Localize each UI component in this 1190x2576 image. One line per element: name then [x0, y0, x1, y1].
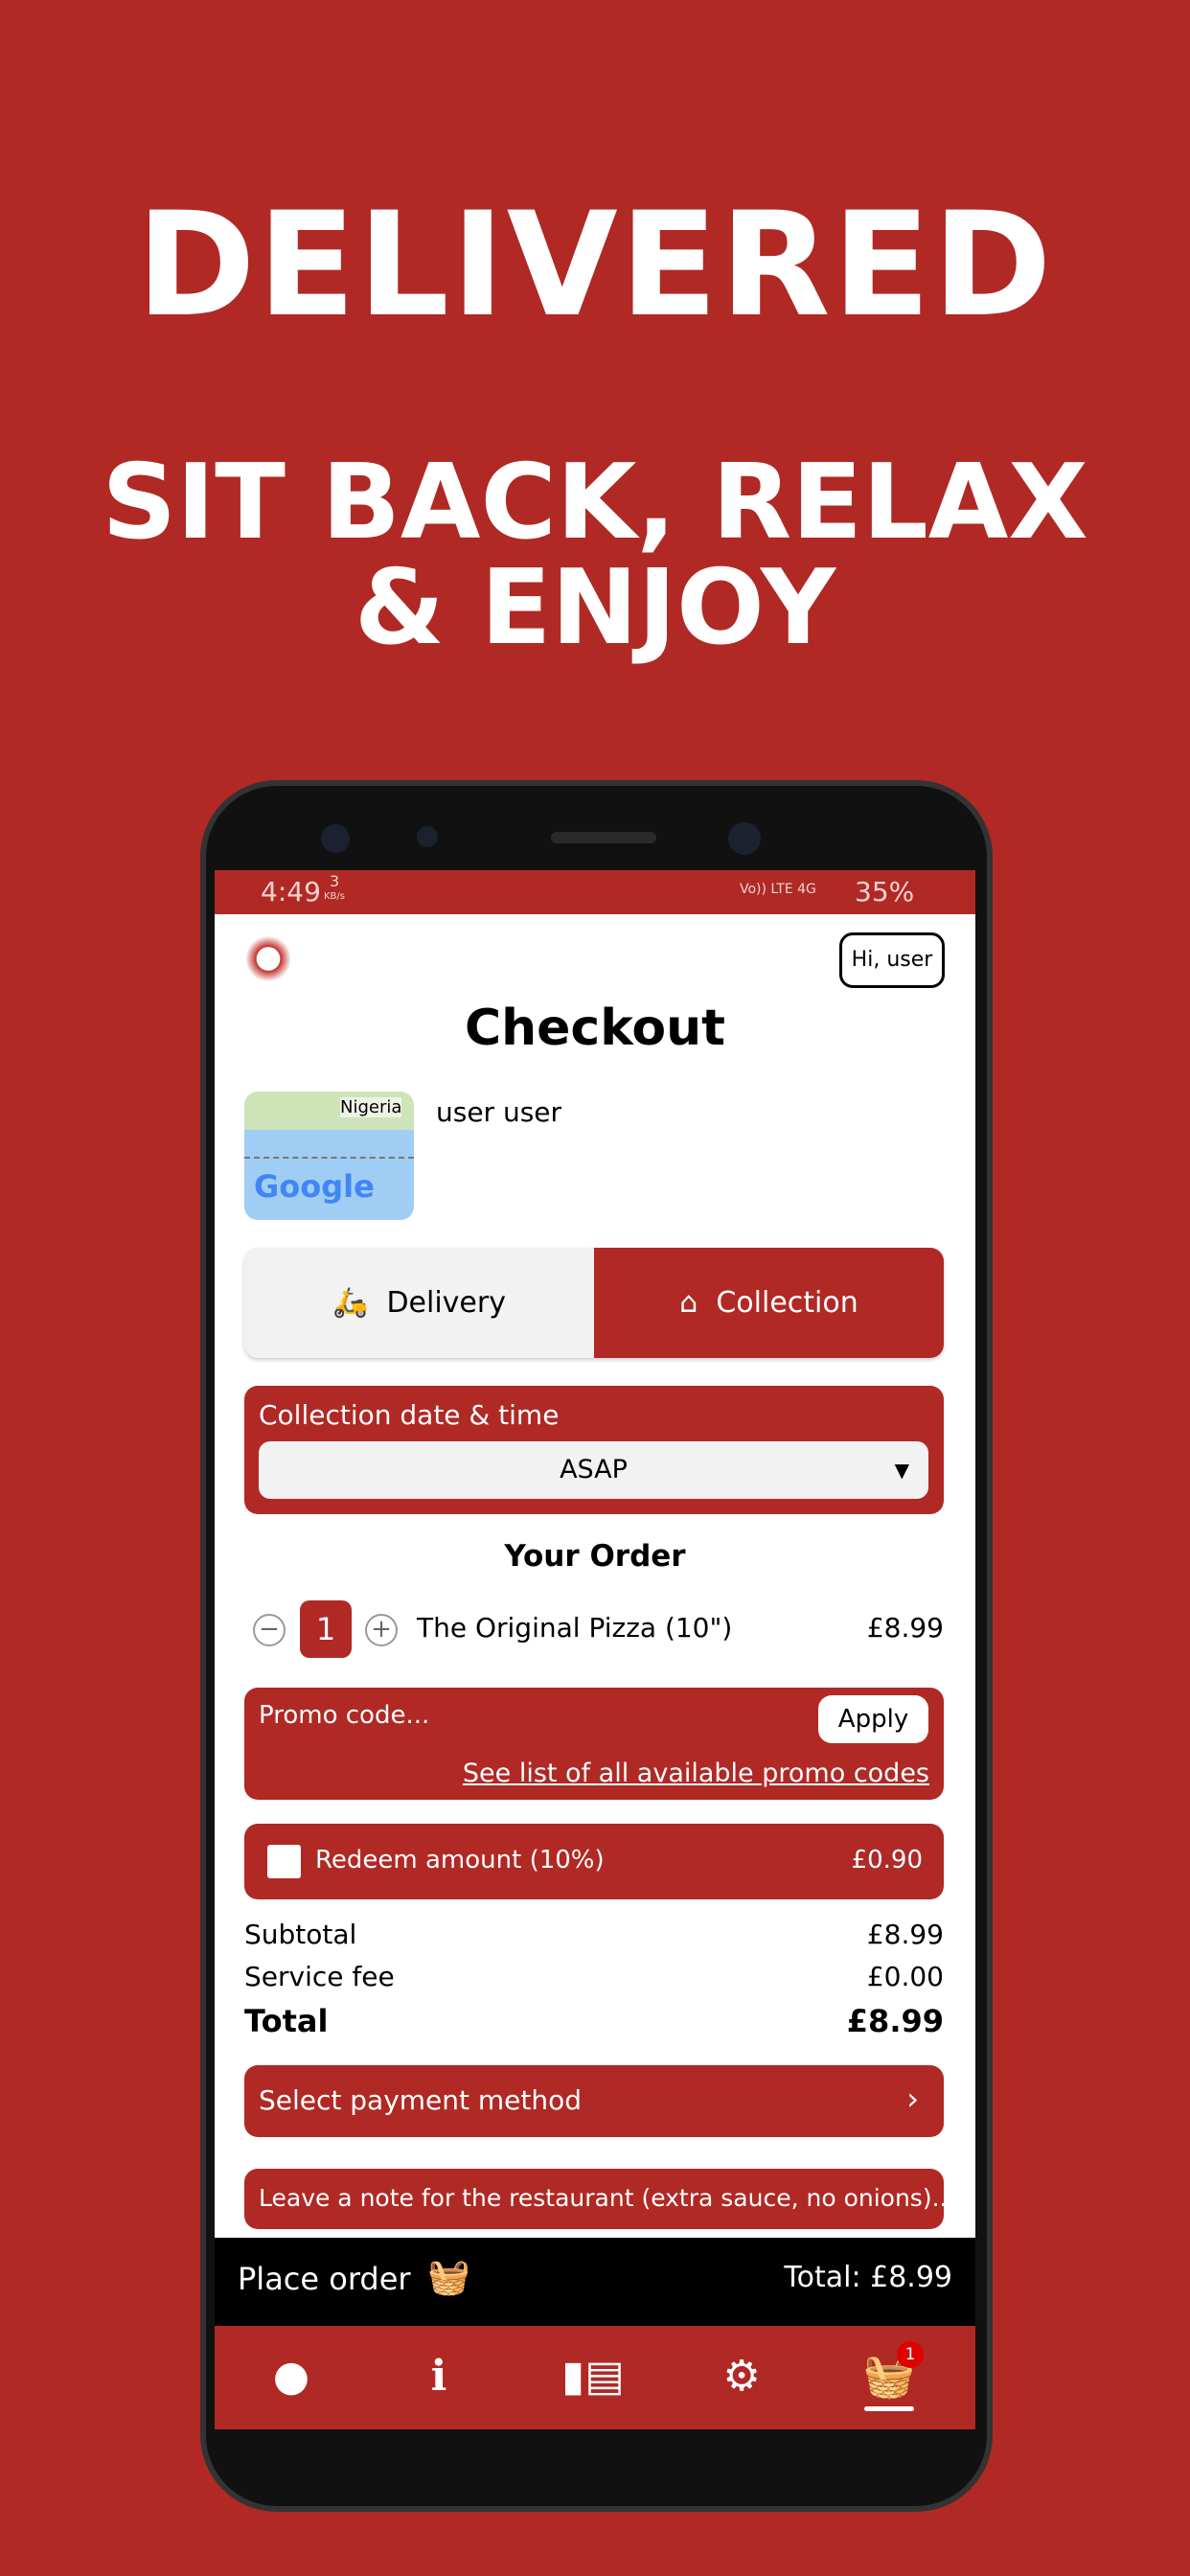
store-icon: ⌂ [679, 1286, 698, 1320]
collection-time-select[interactable]: ASAP ▼ [259, 1441, 928, 1499]
nav-settings[interactable]: ⚙ [713, 2353, 770, 2401]
sensor [417, 826, 438, 847]
speaker [551, 832, 656, 843]
basket-icon: 🧺 [427, 2258, 470, 2297]
greeting-button[interactable]: Hi, user [839, 932, 945, 988]
promo-code-input[interactable]: Promo code... [259, 1701, 429, 1730]
collection-time-value: ASAP [560, 1455, 628, 1484]
collection-time-panel: Collection date & time ASAP ▼ [244, 1386, 944, 1514]
active-indicator [864, 2406, 914, 2411]
sensor [321, 824, 350, 853]
google-logo: Google [254, 1168, 375, 1205]
subtitle-line-2: & ENJOY [354, 548, 836, 668]
basket-badge: 1 [897, 2341, 924, 2368]
nav-account[interactable]: ● [263, 2353, 320, 2401]
collection-label: Collection date & time [259, 1399, 560, 1431]
nav-info[interactable]: i [410, 2353, 468, 2401]
subtitle-line-1: SIT BACK, RELAX [102, 443, 1088, 563]
restaurant-logo[interactable] [246, 928, 290, 990]
status-network: Vo)) LTE 4G [740, 882, 816, 897]
status-bar: 4:49 3 KB/s Vo)) LTE 4G 35% [215, 870, 975, 914]
total-label: Total [244, 2003, 329, 2039]
status-speed: 3 [330, 872, 340, 890]
menu-icon: ▮▤ [561, 2352, 625, 2401]
status-time: 4:49 [261, 876, 321, 908]
info-icon: i [430, 2352, 447, 2401]
increase-quantity-button[interactable]: + [365, 1614, 398, 1646]
service-fee-label: Service fee [244, 1961, 395, 1992]
order-type-toggle: 🛵 Delivery ⌂ Collection [244, 1248, 944, 1358]
address-name: user user [436, 1096, 562, 1128]
hero-subtitle: SIT BACK, RELAX & ENJOY [0, 450, 1190, 661]
decrease-quantity-button[interactable]: − [253, 1614, 286, 1646]
your-order-heading: Your Order [504, 1539, 686, 1574]
place-order-label: Place order [238, 2261, 411, 2297]
map-label: Nigeria [340, 1097, 402, 1117]
redeem-label: Redeem amount (10%) [315, 1846, 605, 1874]
hero-title: DELIVERED [136, 182, 1054, 349]
app-screen: 4:49 3 KB/s Vo)) LTE 4G 35% Hi, user Che… [215, 870, 975, 2429]
redeem-checkbox[interactable] [267, 1845, 301, 1878]
delivery-option[interactable]: 🛵 Delivery [244, 1248, 594, 1358]
collection-label: Collection [716, 1286, 858, 1320]
status-battery: 35% [855, 876, 915, 908]
promo-panel: Promo code... Apply See list of all avai… [244, 1688, 944, 1800]
note-placeholder: Leave a note for the restaurant (extra s… [259, 2184, 948, 2212]
status-speed-unit: KB/s [324, 891, 345, 902]
service-fee-value: £0.00 [866, 1961, 944, 1992]
payment-label: Select payment method [259, 2084, 583, 2116]
total-value: £8.99 [846, 2003, 944, 2039]
payment-method-button[interactable]: Select payment method › [244, 2065, 944, 2137]
bottom-nav: ● i ▮▤ ⚙ 🧺 1 [215, 2326, 975, 2429]
subtotal-value: £8.99 [866, 1919, 944, 1950]
subtotal-label: Subtotal [244, 1919, 357, 1950]
apply-promo-button[interactable]: Apply [818, 1695, 928, 1743]
quantity-value: 1 [300, 1600, 352, 1658]
chevron-right-icon: › [906, 2081, 919, 2117]
scooter-icon: 🛵 [332, 1286, 369, 1320]
restaurant-note-input[interactable]: Leave a note for the restaurant (extra s… [244, 2169, 948, 2229]
redeem-amount: £0.90 [851, 1846, 923, 1874]
nav-menu[interactable]: ▮▤ [561, 2353, 625, 2401]
page-title: Checkout [464, 1000, 726, 1057]
item-price: £8.99 [866, 1612, 944, 1644]
chevron-down-icon: ▼ [894, 1459, 909, 1482]
nav-basket[interactable]: 🧺 1 [860, 2341, 924, 2411]
place-order-bar[interactable]: Place order 🧺 Total: £8.99 [215, 2238, 975, 2326]
map-thumbnail[interactable]: Nigeria Google [244, 1092, 414, 1220]
promo-list-link[interactable]: See list of all available promo codes [463, 1759, 929, 1788]
order-item-row: − 1 + The Original Pizza (10") £8.99 [215, 1600, 975, 1658]
delivery-label: Delivery [386, 1286, 506, 1320]
item-name: The Original Pizza (10") [417, 1612, 733, 1644]
order-total: Total: £8.99 [784, 2261, 952, 2294]
gear-icon: ⚙ [722, 2352, 761, 2401]
redeem-panel: Redeem amount (10%) £0.90 [244, 1824, 944, 1899]
front-camera [728, 822, 761, 855]
collection-option[interactable]: ⌂ Collection [594, 1248, 944, 1358]
equator-line [244, 1157, 414, 1159]
user-icon: ● [272, 2352, 310, 2401]
